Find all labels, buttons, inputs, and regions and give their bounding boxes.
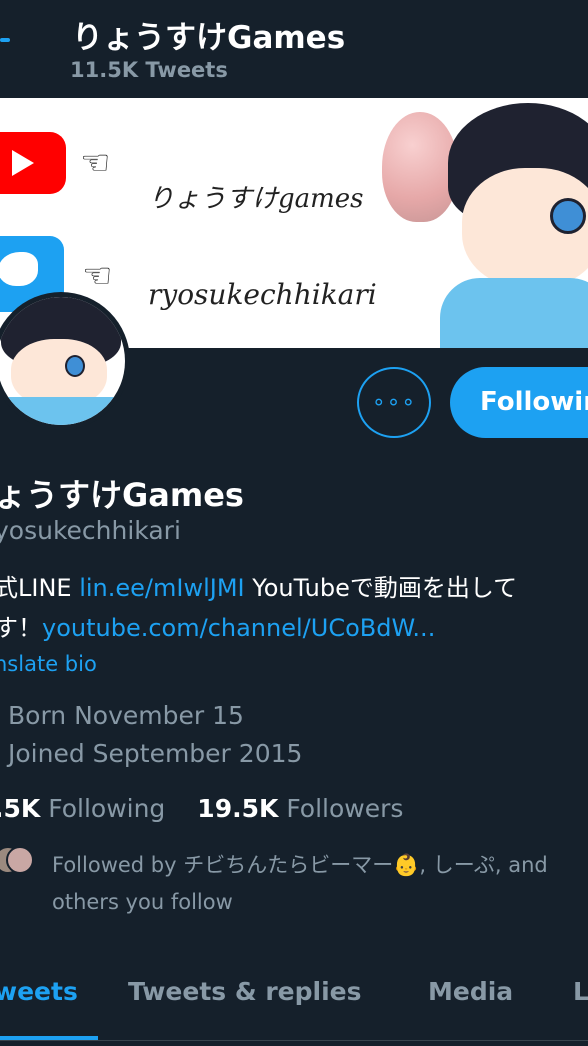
top-bar: りょうすけGames 11.5K Tweets (0, 0, 588, 98)
pointing-hand-icon: ☞ (82, 256, 113, 296)
youtube-link[interactable]: youtube.com/channel/UCoBdW... (42, 614, 435, 642)
following-count: .5K (0, 794, 41, 823)
cockatoo-illustration (382, 112, 458, 222)
tab-likes[interactable]: L (573, 977, 588, 1006)
twitter-bird-icon (0, 252, 38, 286)
following-link[interactable]: .5K Following (0, 794, 165, 823)
avatar-hoodie (0, 397, 125, 425)
birthday-text: Born November 15 (8, 701, 244, 730)
banner-twitter-handle: ryosukechhikari (148, 278, 377, 311)
joined-date-text: Joined September 2015 (8, 739, 303, 768)
header-title: りょうすけGames (72, 20, 346, 56)
followers-count: 19.5K (197, 794, 279, 823)
avatar[interactable] (0, 292, 130, 430)
avatar-image (0, 297, 125, 425)
bio-text: す！ (0, 614, 42, 642)
profile-handle: yosukechhikari (0, 516, 181, 545)
tab-media[interactable]: Media (428, 977, 513, 1006)
banner-youtube-handle: りょうすけgames (148, 184, 364, 214)
followed-by-line-2: others you follow (52, 890, 233, 914)
bio-text: YouTubeで動画を出して (244, 574, 518, 602)
character-eye (550, 198, 586, 234)
line-link[interactable]: lin.ee/mIwlJMI (79, 574, 244, 602)
avatar-eye (65, 355, 85, 377)
more-options-button[interactable]: ∘∘∘ (357, 367, 431, 438)
followed-by-text[interactable]: Followed by チビちんたらビーマー👶, しーぷ, and others… (52, 847, 548, 921)
character-hoodie (440, 278, 588, 348)
tab-tweets-replies[interactable]: Tweets & replies (128, 977, 362, 1006)
profile-page: りょうすけGames 11.5K Tweets ☞ ☞ りょうすけgames r… (0, 0, 588, 1046)
followers-link[interactable]: 19.5K Followers (197, 794, 403, 823)
bio-text: 式LINE (0, 574, 80, 602)
following-button[interactable]: Following (450, 367, 588, 438)
followers-label: Followers (286, 794, 404, 823)
followed-by-line-1: Followed by チビちんたらビーマー👶, しーぷ, and (52, 853, 548, 877)
followed-by-avatars[interactable] (0, 846, 34, 876)
header-tweet-count: 11.5K Tweets (70, 58, 228, 82)
profile-tabs: weets Tweets & replies Media L (0, 963, 588, 1023)
follow-counts: .5K Following 19.5K Followers (0, 794, 403, 823)
bio-line-2: す！youtube.com/channel/UCoBdW... (0, 608, 435, 643)
tab-tweets[interactable]: weets (0, 977, 78, 1006)
follower-avatar (6, 846, 34, 874)
tab-divider (0, 1040, 588, 1041)
following-label: Following (48, 794, 166, 823)
youtube-logo-icon (0, 132, 66, 194)
back-arrow-icon[interactable] (0, 38, 10, 42)
profile-name: ょうすけGames (0, 476, 244, 514)
bio-line-1: 式LINE lin.ee/mIwlJMI YouTubeで動画を出して (0, 568, 517, 603)
pointing-hand-icon: ☞ (80, 143, 111, 183)
translate-bio-link[interactable]: nslate bio (0, 652, 97, 676)
